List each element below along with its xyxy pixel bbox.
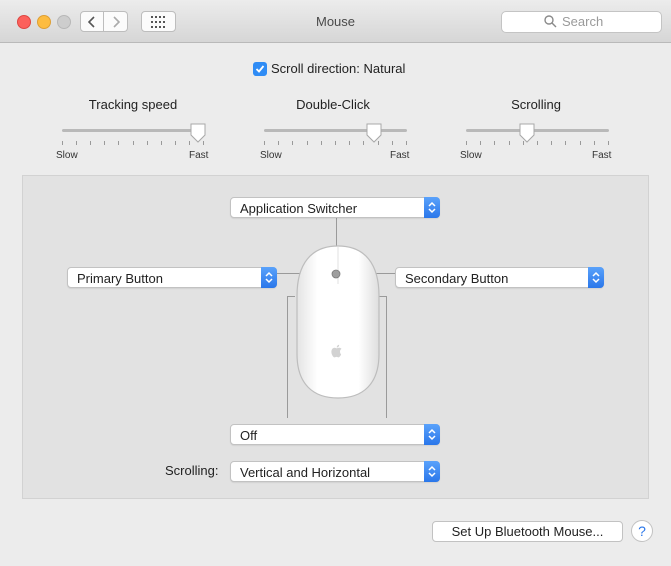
slider-tick	[594, 141, 595, 145]
updown-arrow-icon	[424, 461, 440, 482]
left-button-value: Primary Button	[77, 271, 163, 286]
scrolling-mode-label: Scrolling:	[165, 463, 219, 478]
scrolling-mode-popup[interactable]: Vertical and Horizontal	[230, 461, 440, 482]
slider-tick	[62, 141, 63, 145]
double-click-ticks	[264, 141, 407, 145]
tracking-speed-slider[interactable]	[62, 129, 204, 132]
scroll-direction-checkbox[interactable]	[253, 61, 267, 76]
slider-tick	[494, 141, 495, 145]
slider-tick	[278, 141, 279, 145]
scroll-direction-option[interactable]: Scroll direction: Natural	[253, 61, 405, 76]
right-button-value: Secondary Button	[405, 271, 509, 286]
double-click-slider[interactable]	[264, 129, 407, 132]
slider-tick	[292, 141, 293, 145]
updown-arrow-icon	[424, 424, 440, 445]
slider-tick	[147, 141, 148, 145]
tracking-speed-ticks	[62, 141, 204, 145]
slider-tick	[335, 141, 336, 145]
slider-tick	[161, 141, 162, 145]
bottom-button-value: Off	[240, 428, 258, 443]
updown-arrow-icon	[424, 197, 440, 218]
slider-tick	[133, 141, 134, 145]
apple-logo-icon	[331, 344, 342, 358]
updown-arrow-icon	[588, 267, 604, 288]
slider-tick	[76, 141, 77, 145]
slider-tick	[264, 141, 265, 145]
slider-tick	[565, 141, 566, 145]
scroll-direction-label: Scroll direction: Natural	[271, 61, 406, 76]
tracking-speed-max-label: Fast	[189, 150, 209, 161]
slider-tick	[537, 141, 538, 145]
top-button-value: Application Switcher	[240, 201, 358, 216]
slider-tick	[104, 141, 105, 145]
slider-tick	[406, 141, 407, 145]
bottom-button-popup[interactable]: Off	[230, 424, 440, 445]
help-button[interactable]: ?	[631, 520, 653, 542]
bottom-left-connector-tick	[287, 296, 295, 297]
scrolling-speed-title: Scrolling	[511, 97, 561, 112]
updown-arrow-icon	[261, 267, 277, 288]
slider-tick	[480, 141, 481, 145]
search-icon	[544, 15, 557, 28]
slider-tick	[608, 141, 609, 145]
bottom-right-connector-line	[386, 296, 387, 418]
left-button-popup[interactable]: Primary Button	[67, 267, 277, 288]
search-field[interactable]	[501, 11, 662, 33]
tracking-speed-knob[interactable]	[189, 123, 207, 143]
slider-tick	[580, 141, 581, 145]
slider-tick	[349, 141, 350, 145]
slider-tick	[509, 141, 510, 145]
right-button-popup[interactable]: Secondary Button	[395, 267, 604, 288]
slider-tick	[90, 141, 91, 145]
double-click-knob[interactable]	[365, 123, 383, 143]
slider-tick	[307, 141, 308, 145]
top-button-popup[interactable]: Application Switcher	[230, 197, 440, 218]
slider-tick	[363, 141, 364, 145]
double-click-max-label: Fast	[390, 150, 410, 161]
slider-tick	[118, 141, 119, 145]
tracking-speed-title: Tracking speed	[88, 97, 178, 112]
tracking-speed-min-label: Slow	[56, 150, 78, 161]
slider-tick	[551, 141, 552, 145]
setup-bluetooth-mouse-button[interactable]: Set Up Bluetooth Mouse...	[432, 521, 623, 542]
slider-tick	[466, 141, 467, 145]
double-click-min-label: Slow	[260, 150, 282, 161]
title-bar: Mouse	[0, 0, 671, 43]
scrolling-speed-slider[interactable]	[466, 129, 609, 132]
scrolling-speed-min-label: Slow	[460, 150, 482, 161]
scrolling-speed-max-label: Fast	[592, 150, 612, 161]
double-click-title: Double-Click	[296, 97, 370, 112]
bottom-left-connector-line	[287, 296, 288, 418]
slider-tick	[392, 141, 393, 145]
slider-tick	[321, 141, 322, 145]
magic-mouse-illustration	[296, 245, 380, 399]
search-input[interactable]	[562, 14, 652, 29]
slider-tick	[175, 141, 176, 145]
scrolling-speed-ticks	[466, 141, 609, 145]
scrolling-speed-knob[interactable]	[518, 123, 536, 143]
checkmark-icon	[255, 64, 265, 73]
scrolling-mode-value: Vertical and Horizontal	[240, 465, 371, 480]
